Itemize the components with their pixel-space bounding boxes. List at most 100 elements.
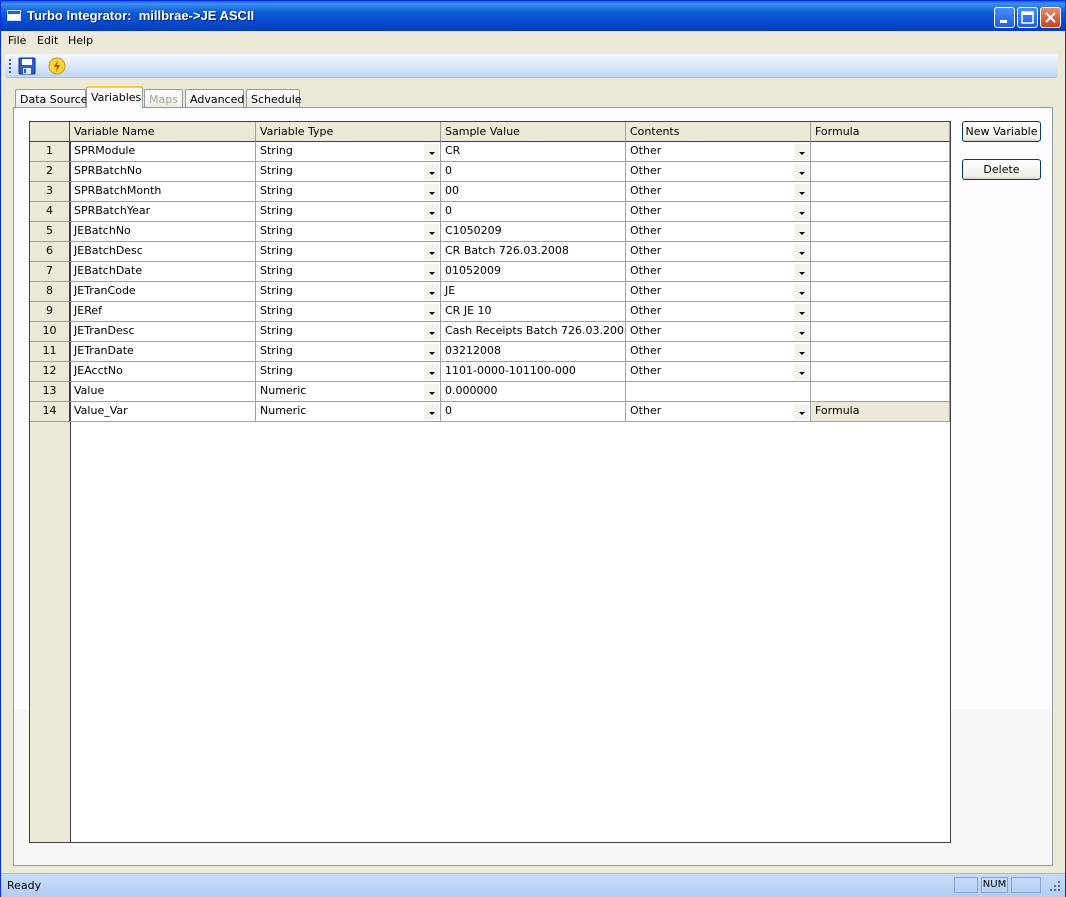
dropdown-arrow-icon[interactable] bbox=[424, 204, 439, 220]
close-button[interactable] bbox=[1040, 7, 1061, 28]
cell-variable-type[interactable]: String bbox=[256, 202, 441, 222]
dropdown-arrow-icon[interactable] bbox=[794, 364, 809, 380]
table-row[interactable]: 3 SPRBatchMonth String 00 Other bbox=[30, 182, 950, 202]
dropdown-arrow-icon[interactable] bbox=[794, 164, 809, 180]
dropdown-arrow-icon[interactable] bbox=[794, 284, 809, 300]
cell-formula[interactable]: Formula bbox=[811, 402, 950, 422]
row-number[interactable]: 8 bbox=[30, 282, 70, 302]
delete-button[interactable]: Delete bbox=[962, 159, 1041, 180]
cell-contents[interactable]: Other bbox=[626, 142, 811, 162]
run-button[interactable] bbox=[47, 56, 67, 76]
col-header-variable-type[interactable]: Variable Type bbox=[256, 122, 441, 142]
dropdown-arrow-icon[interactable] bbox=[424, 144, 439, 160]
cell-variable-name[interactable]: SPRBatchNo bbox=[70, 162, 256, 182]
cell-variable-name[interactable]: SPRModule bbox=[70, 142, 256, 162]
tab-variables[interactable]: Variables bbox=[86, 86, 143, 108]
row-number[interactable]: 14 bbox=[30, 402, 70, 422]
table-row[interactable]: 9 JERef String CR JE 10 Other bbox=[30, 302, 950, 322]
cell-formula[interactable] bbox=[811, 202, 950, 222]
row-number[interactable]: 12 bbox=[30, 362, 70, 382]
resize-grip-icon[interactable] bbox=[1049, 880, 1061, 892]
menu-file[interactable]: File bbox=[8, 34, 26, 47]
dropdown-arrow-icon[interactable] bbox=[794, 184, 809, 200]
table-row[interactable]: 5 JEBatchNo String C1050209 Other bbox=[30, 222, 950, 242]
menu-help[interactable]: Help bbox=[68, 34, 93, 47]
tab-advanced[interactable]: Advanced bbox=[185, 89, 244, 108]
dropdown-arrow-icon[interactable] bbox=[424, 184, 439, 200]
col-header-contents[interactable]: Contents bbox=[626, 122, 811, 142]
cell-formula[interactable] bbox=[811, 342, 950, 362]
dropdown-arrow-icon[interactable] bbox=[424, 344, 439, 360]
col-header-variable-name[interactable]: Variable Name bbox=[70, 122, 256, 142]
table-row[interactable]: 2 SPRBatchNo String 0 Other bbox=[30, 162, 950, 182]
cell-variable-type[interactable]: Numeric bbox=[256, 382, 441, 402]
cell-formula[interactable] bbox=[811, 362, 950, 382]
row-number[interactable]: 10 bbox=[30, 322, 70, 342]
cell-formula[interactable] bbox=[811, 142, 950, 162]
cell-variable-name[interactable]: Value bbox=[70, 382, 256, 402]
dropdown-arrow-icon[interactable] bbox=[424, 384, 439, 400]
cell-variable-type[interactable]: String bbox=[256, 162, 441, 182]
dropdown-arrow-icon[interactable] bbox=[794, 264, 809, 280]
minimize-button[interactable] bbox=[994, 7, 1015, 28]
variables-grid[interactable]: Variable Name Variable Type Sample Value… bbox=[29, 121, 951, 843]
cell-variable-type[interactable]: Numeric bbox=[256, 402, 441, 422]
cell-variable-name[interactable]: JETranDate bbox=[70, 342, 256, 362]
title-bar[interactable]: Turbo Integrator: millbrae->JE ASCII bbox=[1, 1, 1065, 31]
tab-schedule[interactable]: Schedule bbox=[246, 89, 302, 108]
row-number[interactable]: 6 bbox=[30, 242, 70, 262]
cell-formula[interactable] bbox=[811, 162, 950, 182]
cell-variable-type[interactable]: String bbox=[256, 322, 441, 342]
dropdown-arrow-icon[interactable] bbox=[794, 204, 809, 220]
cell-variable-type[interactable]: String bbox=[256, 362, 441, 382]
grid-corner[interactable] bbox=[30, 122, 70, 142]
cell-variable-type[interactable]: String bbox=[256, 222, 441, 242]
dropdown-arrow-icon[interactable] bbox=[794, 324, 809, 340]
cell-formula[interactable] bbox=[811, 322, 950, 342]
cell-formula[interactable] bbox=[811, 302, 950, 322]
cell-variable-name[interactable]: JETranCode bbox=[70, 282, 256, 302]
cell-formula[interactable] bbox=[811, 182, 950, 202]
cell-variable-name[interactable]: JETranDesc bbox=[70, 322, 256, 342]
dropdown-arrow-icon[interactable] bbox=[794, 344, 809, 360]
cell-variable-type[interactable]: String bbox=[256, 142, 441, 162]
cell-formula[interactable] bbox=[811, 382, 950, 402]
dropdown-arrow-icon[interactable] bbox=[794, 144, 809, 160]
cell-contents[interactable]: Other bbox=[626, 262, 811, 282]
cell-contents[interactable]: Other bbox=[626, 162, 811, 182]
dropdown-arrow-icon[interactable] bbox=[424, 284, 439, 300]
row-number[interactable]: 7 bbox=[30, 262, 70, 282]
cell-variable-type[interactable]: String bbox=[256, 302, 441, 322]
dropdown-arrow-icon[interactable] bbox=[424, 324, 439, 340]
dropdown-arrow-icon[interactable] bbox=[794, 404, 809, 420]
row-number[interactable]: 5 bbox=[30, 222, 70, 242]
dropdown-arrow-icon[interactable] bbox=[424, 304, 439, 320]
cell-variable-name[interactable]: JEBatchDesc bbox=[70, 242, 256, 262]
row-number[interactable]: 3 bbox=[30, 182, 70, 202]
dropdown-arrow-icon[interactable] bbox=[424, 224, 439, 240]
cell-contents[interactable]: Other bbox=[626, 362, 811, 382]
row-number[interactable]: 1 bbox=[30, 142, 70, 162]
row-number[interactable]: 2 bbox=[30, 162, 70, 182]
cell-formula[interactable] bbox=[811, 242, 950, 262]
cell-contents[interactable]: Other bbox=[626, 402, 811, 422]
cell-variable-name[interactable]: JERef bbox=[70, 302, 256, 322]
dropdown-arrow-icon[interactable] bbox=[794, 224, 809, 240]
cell-variable-name[interactable]: Value_Var bbox=[70, 402, 256, 422]
table-row[interactable]: 1 SPRModule String CR Other bbox=[30, 142, 950, 162]
cell-contents[interactable]: Other bbox=[626, 242, 811, 262]
tab-data-source[interactable]: Data Source bbox=[15, 89, 88, 108]
toolbar-grip[interactable] bbox=[9, 59, 11, 73]
cell-formula[interactable] bbox=[811, 282, 950, 302]
cell-variable-type[interactable]: String bbox=[256, 242, 441, 262]
cell-variable-name[interactable]: SPRBatchYear bbox=[70, 202, 256, 222]
row-number[interactable]: 13 bbox=[30, 382, 70, 402]
menu-edit[interactable]: Edit bbox=[37, 34, 58, 47]
cell-formula[interactable] bbox=[811, 262, 950, 282]
table-row[interactable]: 13 Value Numeric 0.000000 bbox=[30, 382, 950, 402]
dropdown-arrow-icon[interactable] bbox=[424, 264, 439, 280]
table-row[interactable]: 7 JEBatchDate String 01052009 Other bbox=[30, 262, 950, 282]
dropdown-arrow-icon[interactable] bbox=[424, 244, 439, 260]
col-header-sample-value[interactable]: Sample Value bbox=[441, 122, 626, 142]
col-header-formula[interactable]: Formula bbox=[811, 122, 950, 142]
